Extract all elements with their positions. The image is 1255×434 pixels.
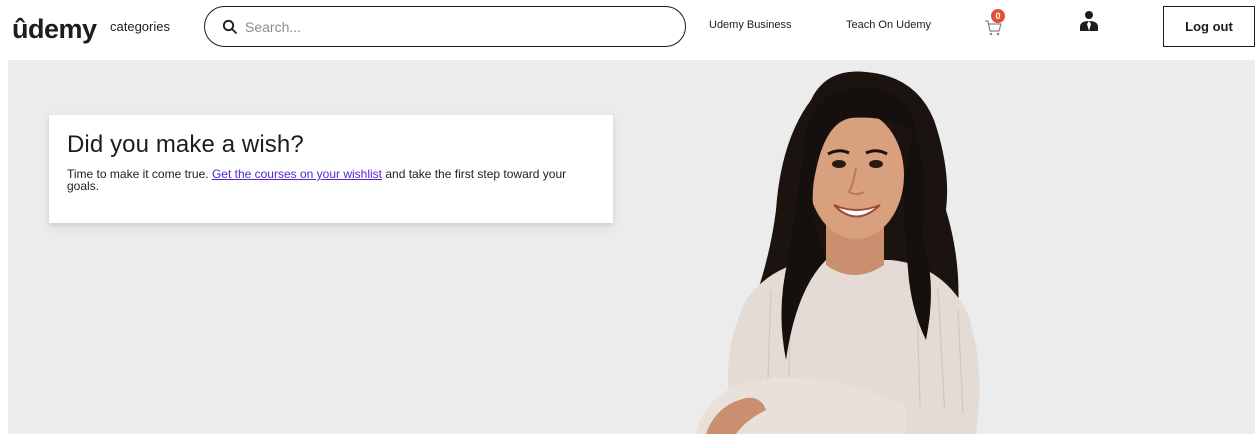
user-icon — [1080, 11, 1098, 31]
hero-title: Did you make a wish? — [67, 131, 304, 158]
udemy-business-link[interactable]: Udemy Business — [709, 19, 792, 31]
search-input[interactable] — [245, 15, 665, 39]
categories-menu[interactable]: categories — [110, 19, 170, 34]
wishlist-promo-card: Did you make a wish? Time to make it com… — [49, 115, 613, 223]
search-bar[interactable] — [204, 6, 686, 47]
logo-text[interactable]: ûdemy — [12, 14, 97, 45]
cart-count-badge: 0 — [991, 9, 1005, 23]
user-profile-button[interactable] — [1079, 10, 1099, 32]
smiling-woman-image — [696, 71, 980, 434]
search-icon — [222, 19, 237, 34]
top-header: ûdemy categories Udemy Business Teach On… — [0, 0, 1255, 58]
wishlist-courses-link[interactable]: Get the courses on your wishlist — [212, 167, 382, 181]
hero-body: Time to make it come true. Get the cours… — [67, 168, 587, 192]
udemy-logo[interactable]: ûdemy — [12, 8, 98, 48]
teach-on-udemy-link[interactable]: Teach On Udemy — [846, 19, 931, 31]
wishlist-hero-banner: Did you make a wish? Time to make it com… — [8, 60, 1255, 434]
logout-button[interactable]: Log out — [1163, 6, 1255, 47]
cart-button[interactable]: 0 — [983, 9, 1007, 36]
